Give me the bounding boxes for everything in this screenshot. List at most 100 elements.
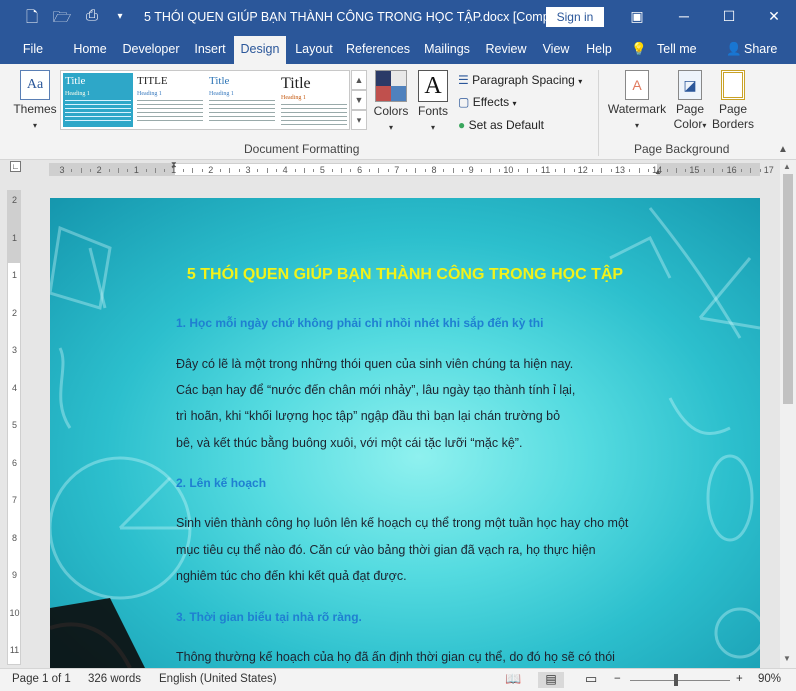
ruler-number: 9: [468, 165, 474, 175]
sign-in-button[interactable]: Sign in: [546, 7, 604, 27]
vertical-ruler[interactable]: 2 1 1 2 3 4 5 6 7 8 9 10 11: [7, 190, 21, 665]
title-bar: 🗋 🗁 ⎙ ▾ 5 THÓI QUEN GIÚP BẠN THÀNH CÔNG …: [0, 0, 796, 34]
style-set-gallery[interactable]: Title Heading 1 TITLE Heading 1 Title He…: [60, 70, 350, 130]
print-preview-icon[interactable]: ⎙: [82, 7, 102, 24]
ruler-number: 3: [11, 345, 17, 355]
style-set-thumb[interactable]: Title Heading 1: [63, 73, 133, 127]
page-borders-button[interactable]: Page Borders: [710, 70, 756, 132]
ribbon-display-options-icon[interactable]: ▣: [626, 6, 648, 26]
themes-label: Themes: [13, 102, 57, 116]
ruler-tick: [443, 169, 445, 172]
page-color-icon: ◪: [678, 70, 702, 100]
set-as-default-button[interactable]: ● Set as Default: [458, 117, 544, 133]
tab-review[interactable]: Review: [484, 34, 528, 64]
style-set-thumb[interactable]: Title Heading 1: [207, 73, 277, 127]
themes-button[interactable]: Aa Themes ▾: [12, 70, 58, 133]
tab-layout[interactable]: Layout: [292, 34, 336, 64]
ruler-tick: [266, 168, 268, 173]
paragraph-spacing-button[interactable]: ☰ Paragraph Spacing ▾: [458, 72, 582, 90]
zoom-slider-thumb[interactable]: [674, 674, 678, 686]
language-indicator[interactable]: English (United States): [159, 673, 277, 685]
colors-icon: [375, 70, 407, 102]
tell-me-box[interactable]: Tell me: [657, 34, 697, 64]
share-button[interactable]: Share: [744, 34, 777, 64]
collapse-ribbon-icon[interactable]: ▲: [778, 144, 788, 155]
web-layout-icon[interactable]: ▭: [585, 671, 597, 687]
tab-mailings[interactable]: Mailings: [420, 34, 474, 64]
ruler-number: 5: [11, 420, 17, 430]
ruler-tick: [341, 168, 342, 173]
ruler-tick: [601, 168, 603, 173]
ruler-tick: [155, 168, 156, 173]
tab-home[interactable]: Home: [68, 34, 112, 64]
horizontal-ruler[interactable]: ∟ 3 2 1 1 2 3 4 5 6 7 8 9 10 11 12 13 14 15 16 17 ⧗ ▲: [0, 160, 796, 178]
ruler-tick: [573, 169, 575, 172]
gallery-more-icon[interactable]: ▾: [351, 110, 367, 130]
effects-icon: ▢: [458, 95, 470, 109]
ruler-tick: [592, 169, 594, 172]
ruler-tick: [703, 169, 705, 172]
style-set-thumb[interactable]: TITLE Heading 1: [135, 73, 205, 127]
vertical-scrollbar[interactable]: ▲ ▼: [780, 160, 796, 668]
ruler-tick: [415, 168, 417, 173]
ruler-tick: [192, 168, 194, 173]
tab-file[interactable]: File: [14, 34, 52, 64]
tab-design[interactable]: Design: [234, 36, 286, 64]
read-mode-icon[interactable]: 📖: [505, 671, 521, 687]
ruler-tick: [480, 169, 482, 172]
minimize-icon[interactable]: ─: [673, 6, 695, 26]
ribbon-design: Aa Themes ▾ Title Heading 1 TITLE Heading…: [0, 64, 796, 160]
new-document-icon[interactable]: 🗋: [22, 7, 42, 32]
ruler-tick: [740, 169, 742, 172]
tab-insert[interactable]: Insert: [190, 34, 230, 64]
colors-label: Colors: [373, 104, 409, 118]
page-color-button[interactable]: ◪ Page Color▾: [670, 70, 710, 133]
effects-button[interactable]: ▢ Effects ▾: [458, 94, 517, 112]
page-count[interactable]: Page 1 of 1: [12, 673, 71, 685]
ruler-number: 2: [11, 195, 17, 205]
scroll-down-icon[interactable]: ▼: [783, 654, 791, 663]
ruler-number: 11: [9, 645, 20, 655]
ruler-number: 3: [59, 165, 65, 175]
tab-references[interactable]: References: [346, 34, 410, 64]
watermark-button[interactable]: A Watermark ▾: [604, 70, 670, 133]
tab-help[interactable]: Help: [582, 34, 616, 64]
ruler-number: 4: [11, 382, 17, 393]
scroll-up-icon[interactable]: ▲: [783, 162, 791, 171]
right-indent-marker-icon[interactable]: ▲: [654, 167, 662, 176]
tab-selector-icon[interactable]: ∟: [10, 161, 21, 172]
fonts-button[interactable]: A Fonts ▾: [414, 70, 452, 135]
maximize-icon[interactable]: ☐: [718, 6, 740, 26]
ruler-tick: [275, 169, 277, 172]
zoom-out-icon[interactable]: −: [614, 673, 621, 685]
word-count[interactable]: 326 words: [88, 673, 141, 685]
ruler-number: 6: [357, 165, 363, 175]
document-title: 5 THÓI QUEN GIÚP BẠN THÀNH CÔNG TRONG HỌ…: [144, 10, 561, 24]
zoom-level[interactable]: 90%: [758, 673, 781, 685]
tab-view[interactable]: View: [538, 34, 574, 64]
indent-marker-icon[interactable]: ⧗: [171, 160, 177, 170]
gallery-up-icon[interactable]: ▲: [351, 70, 367, 90]
status-bar: Page 1 of 1 326 words English (United St…: [0, 668, 796, 691]
ruler-tick: [759, 169, 761, 172]
ruler-tick: [406, 169, 408, 172]
customize-qat-icon[interactable]: ▾: [110, 11, 130, 22]
print-layout-icon[interactable]: ▤: [538, 672, 564, 688]
ruler-tick: [313, 169, 315, 172]
zoom-slider[interactable]: [630, 680, 730, 681]
colors-button[interactable]: Colors ▾: [372, 70, 410, 135]
ruler-tick: [229, 168, 231, 173]
ruler-number: 16: [726, 165, 737, 175]
close-icon[interactable]: ✕: [763, 6, 785, 26]
ruler-tick: [331, 169, 333, 172]
scroll-thumb[interactable]: [783, 174, 793, 404]
ruler-tick: [201, 169, 203, 172]
page-borders-label: Page: [718, 102, 748, 116]
gallery-down-icon[interactable]: ▼: [351, 90, 367, 110]
tab-developer[interactable]: Developer: [118, 34, 184, 64]
document-page[interactable]: 5 THÓI QUEN GIÚP BẠN THÀNH CÔNG TRONG HỌ…: [50, 198, 760, 668]
style-set-thumb[interactable]: Title Heading 1: [279, 73, 349, 127]
zoom-in-icon[interactable]: +: [736, 673, 743, 685]
fonts-icon: A: [418, 70, 448, 102]
open-folder-icon[interactable]: 🗁: [52, 7, 72, 32]
